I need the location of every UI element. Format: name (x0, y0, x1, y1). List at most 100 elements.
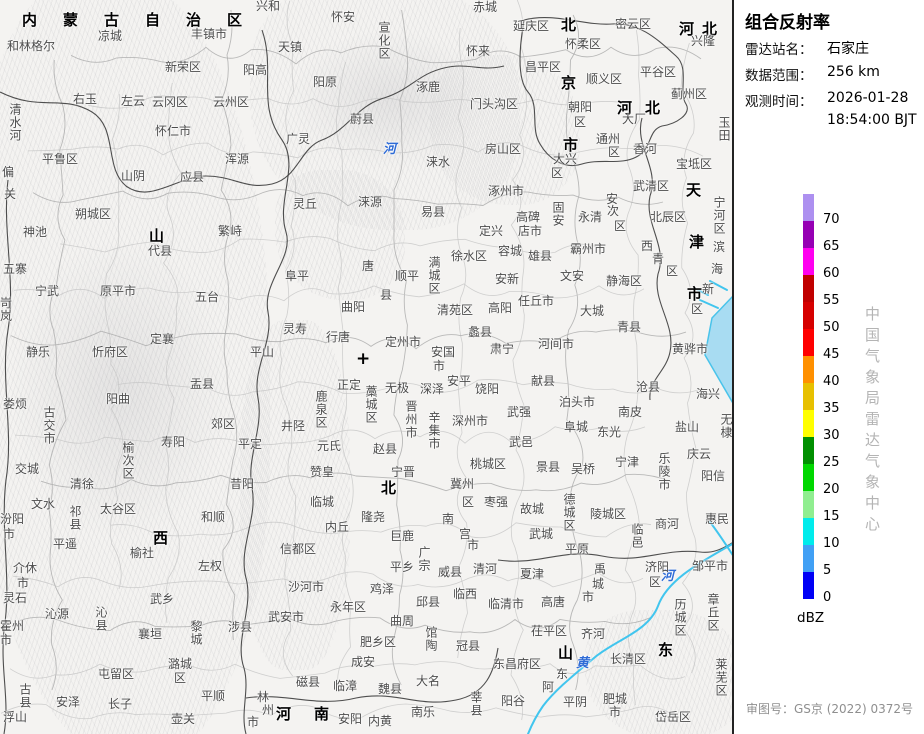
place-label: 固安 (551, 201, 565, 227)
radar-map: 内蒙古自治区北京市河北河北天津市山西北河南山东河黄河和林格尔 凉城 丰镇市 兴和 新荣区… (0, 0, 734, 734)
place-label: 市 (0, 633, 13, 647)
province-label: 市 (563, 136, 579, 154)
place-label: 阳高 (243, 63, 268, 77)
place-label: 东 (556, 667, 569, 681)
place-label: 故城 (520, 502, 545, 516)
place-label: 沧县 (636, 380, 661, 394)
place-label: 密云区 (615, 17, 652, 31)
place-label: 祁县 (68, 505, 82, 531)
place-label: 武邑 (509, 435, 534, 449)
place-label: 商河 (655, 517, 680, 531)
province-label: 北 (561, 16, 577, 34)
legend-tick-label: 40 (823, 374, 840, 389)
place-label: 阿 (542, 680, 555, 694)
place-label: 云州区 (213, 95, 250, 109)
place-label: 高碑 (516, 210, 541, 224)
river-label: 河 (383, 142, 397, 157)
legend-color-cell (803, 410, 814, 437)
place-label: 魏县 (378, 682, 403, 696)
place-label: 安国 (431, 345, 456, 359)
place-label: 区 (462, 495, 475, 509)
county-boundary (680, 42, 697, 674)
place-label: 顺平 (395, 269, 420, 283)
place-label: 宝坻区 (676, 157, 713, 171)
place-label: 市 (247, 715, 260, 729)
place-label: 交城 (15, 462, 40, 476)
place-label: 阜城 (564, 420, 589, 434)
place-label: 邹平市 (692, 559, 729, 573)
province-label: 天 (686, 181, 702, 199)
place-label: 和顺 (201, 510, 226, 524)
place-label: 行唐 (326, 330, 351, 344)
place-label: 邱县 (416, 595, 441, 609)
place-label: 浮山 (3, 710, 28, 724)
place-label: 介休 (13, 561, 38, 575)
place-label: 盂县 (190, 377, 215, 391)
place-label: 新荣区 (165, 60, 202, 74)
place-label: 县 (380, 288, 393, 302)
place-label: 武强 (507, 405, 532, 419)
place-label: 沙河市 (288, 580, 325, 594)
place-label: 武城 (529, 527, 554, 541)
place-label: 代县 (148, 244, 173, 258)
place-label: 赞皇 (310, 465, 335, 479)
info-panel: 组合反射率 雷达站名： 石家庄 数据范围： 256 km 观测时间： 2026-… (734, 0, 924, 734)
place-label: 区 (614, 219, 627, 233)
place-label: 古县 (18, 683, 32, 709)
place-label: 德城区 (562, 493, 576, 532)
place-label: 阳曲 (106, 392, 131, 406)
place-label: 浑源 (225, 152, 250, 166)
place-label: 深州市 (452, 414, 489, 428)
place-label: 霸州市 (570, 242, 607, 256)
legend-tick-label: 30 (823, 428, 840, 443)
place-label: 文水 (31, 497, 56, 511)
place-label: 蓟州区 (671, 87, 708, 101)
place-label: 历城区 (673, 598, 687, 637)
place-label: 南皮 (618, 405, 643, 419)
place-label: 藁城区 (364, 385, 378, 424)
place-label: 五台 (195, 290, 220, 304)
place-label: 无极 (385, 381, 410, 395)
place-label: 吴桥 (571, 462, 596, 476)
place-label: 文安 (560, 269, 585, 283)
place-label: 赤城 (473, 0, 498, 14)
place-label: 兴隆 (691, 34, 716, 48)
place-label: 门头沟区 (470, 97, 519, 111)
province-label: 西 (153, 529, 169, 547)
place-label: 昔阳 (230, 477, 255, 491)
place-label: 永年区 (330, 600, 367, 614)
province-label: 内蒙古自治区 (22, 11, 269, 29)
place-label: 冠县 (456, 639, 481, 653)
place-label: 宁武 (35, 284, 60, 298)
legend-color-cell (803, 194, 814, 221)
place-label: 朔城区 (75, 207, 112, 221)
legend-color-cell (803, 221, 814, 248)
province-label: 北 (645, 99, 661, 117)
place-label: 安泽 (56, 695, 81, 709)
place-label: 区 (608, 145, 621, 159)
place-label: 威县 (438, 565, 463, 579)
range-label: 数据范围： (745, 68, 813, 84)
place-label: 潞城 (168, 657, 193, 671)
place-label: 昌平区 (525, 60, 562, 74)
legend: 70 65 60 55 50 45 40 35 30 25 20 15 10 5 0 (803, 194, 913, 614)
place-label: 区 (649, 575, 662, 589)
time-value-clock: 18:54:00 BJT (827, 112, 917, 128)
place-label: 定襄 (150, 332, 175, 346)
place-label: 太谷区 (100, 502, 137, 516)
legend-color-cell (803, 248, 814, 275)
legend-tick-label: 35 (823, 401, 840, 416)
place-label: 永清 (578, 210, 603, 224)
legend-tick-label: 60 (823, 266, 840, 281)
province-label: 山 (558, 644, 574, 662)
place-label: 平定 (238, 437, 263, 451)
place-label: 涉县 (228, 620, 253, 634)
place-label: 涿鹿 (416, 80, 441, 94)
place-label: 东昌府区 (493, 657, 542, 671)
place-label: 盐山 (675, 420, 700, 434)
place-label: 徐水区 (451, 249, 488, 263)
place-label: 市 (609, 705, 622, 719)
place-label: 宁津 (615, 455, 640, 469)
place-label: 巨鹿 (390, 529, 415, 543)
place-label: 高唐 (541, 595, 566, 609)
